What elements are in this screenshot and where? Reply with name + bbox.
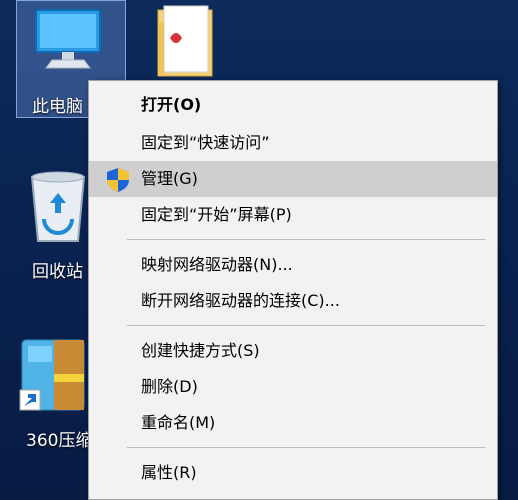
menu-item-label: 管理(G) [141,169,198,188]
menu-item-label: 打开(O) [141,95,202,114]
folder-icon [157,5,213,77]
menu-item-label: 固定到“开始”屏幕(P) [141,205,292,224]
menu-item-label: 属性(R) [141,463,197,482]
menu-separator [127,239,485,240]
menu-item-create-shortcut[interactable]: 创建快捷方式(S) [89,333,497,369]
menu-item-label: 固定到“快速访问” [141,133,270,152]
menu-item-properties[interactable]: 属性(R) [89,455,497,491]
menu-item-delete[interactable]: 删除(D) [89,369,497,405]
menu-item-rename[interactable]: 重命名(M) [89,405,497,441]
context-menu: 打开(O) 固定到“快速访问” 管理(G) 固定到“开始”屏幕(P) 映射网络驱… [88,80,498,500]
menu-item-label: 删除(D) [141,377,198,396]
menu-item-disconnect-drive[interactable]: 断开网络驱动器的连接(C)... [89,283,497,319]
menu-item-map-drive[interactable]: 映射网络驱动器(N)... [89,247,497,283]
recycle-bin-icon [30,171,86,242]
computer-icon [35,9,101,69]
menu-separator [127,447,485,448]
menu-separator [127,325,485,326]
menu-item-label: 创建快捷方式(S) [141,341,260,360]
menu-item-label: 映射网络驱动器(N)... [141,255,293,274]
uac-shield-icon [107,168,129,192]
menu-item-pin-quick-access[interactable]: 固定到“快速访问” [89,125,497,161]
menu-item-manage[interactable]: 管理(G) [89,161,497,197]
360-zip-icon [19,339,85,411]
menu-item-label: 重命名(M) [141,413,216,432]
desktop-icon-this-pc[interactable]: 此电脑 [6,0,126,118]
menu-item-label: 断开网络驱动器的连接(C)... [141,291,340,310]
menu-item-pin-start[interactable]: 固定到“开始”屏幕(P) [89,197,497,233]
menu-item-open[interactable]: 打开(O) [89,87,497,123]
